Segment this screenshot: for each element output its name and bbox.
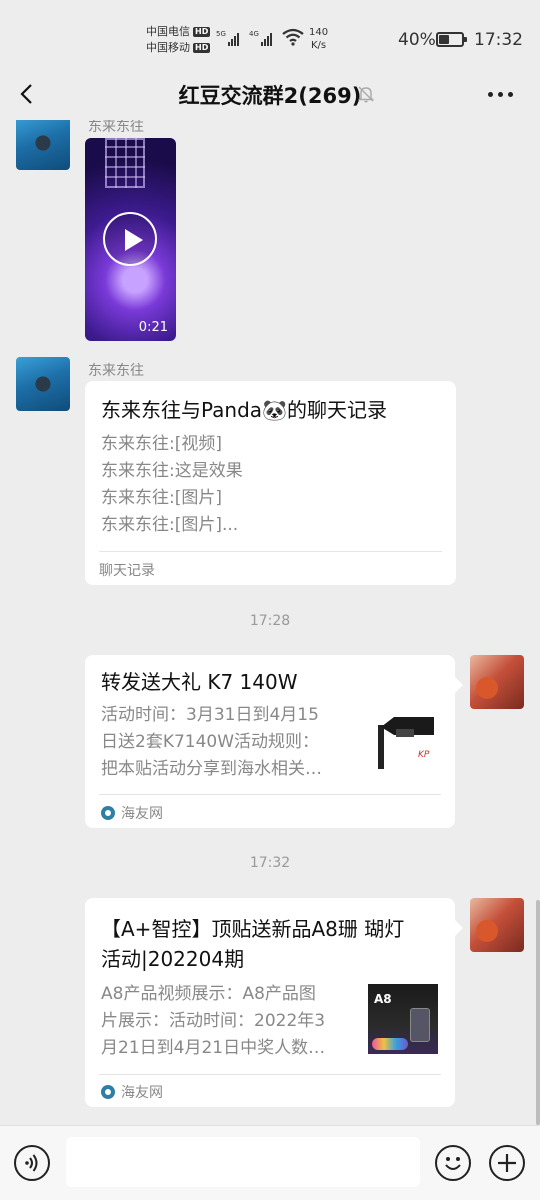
voice-input-button[interactable] bbox=[14, 1145, 50, 1181]
message-input[interactable] bbox=[66, 1137, 420, 1187]
card-source: 海友网 bbox=[101, 803, 163, 823]
product-thumbnail: A8 bbox=[368, 984, 438, 1054]
chat-header: 红豆交流群2(269) bbox=[0, 70, 540, 120]
thumbnail-label: A8 bbox=[374, 992, 392, 1006]
desc-line: 片展示：活动时间：2022年3 bbox=[101, 1011, 326, 1031]
sender-name: 东来东往 bbox=[88, 363, 144, 379]
bell-muted-icon bbox=[357, 86, 375, 103]
svg-text:KP: KP bbox=[418, 750, 430, 760]
carrier-info: 中国电信 HD 中国移动 HD bbox=[146, 24, 211, 56]
status-bar: 中国电信 HD 中国移动 HD 5G 4G 140 K/s 40% 17:32 bbox=[0, 0, 540, 70]
bubble-tail bbox=[455, 920, 463, 936]
carrier-1: 中国电信 bbox=[146, 25, 190, 38]
coral-graphic bbox=[372, 1038, 408, 1050]
divider bbox=[99, 551, 442, 552]
voice-icon bbox=[25, 1154, 38, 1172]
desc-line: 把本贴活动分享到海水相关… bbox=[101, 759, 322, 779]
card-description: 活动时间：3月31日到4月15 日送2套K7140W活动规则： 把本贴活动分享到… bbox=[101, 702, 322, 783]
input-bar bbox=[0, 1125, 540, 1200]
avatar[interactable] bbox=[470, 655, 524, 709]
plus-icon bbox=[498, 1154, 516, 1172]
desc-line: 月21日到4月21日中奖人数… bbox=[101, 1038, 326, 1058]
wifi-icon bbox=[282, 28, 304, 46]
net-speed-unit: K/s bbox=[310, 40, 327, 51]
hd-badge: HD bbox=[193, 43, 211, 53]
desc-line: 活动时间：3月31日到4月15 bbox=[101, 705, 319, 725]
divider bbox=[99, 1074, 441, 1075]
title-line: 活动|202204期 bbox=[101, 947, 245, 971]
smiley-icon bbox=[445, 1157, 461, 1170]
play-icon[interactable] bbox=[103, 212, 157, 266]
card-source: 海友网 bbox=[101, 1082, 163, 1102]
battery-icon bbox=[436, 32, 467, 47]
message-list[interactable]: 东来东往 0:21 东来东往 东来东往与Panda🐼的聊天记录 东来东往:[视频… bbox=[0, 120, 540, 1125]
record-line: 东来东往:[图片]... bbox=[101, 515, 239, 535]
record-line: 东来东往:这是效果 bbox=[101, 461, 243, 481]
phone-graphic bbox=[410, 1008, 430, 1042]
card-description: A8产品视频展示：A8产品图 片展示：活动时间：2022年3 月21日到4月21… bbox=[101, 981, 325, 1062]
desc-line: 日送2套K7140W活动规则： bbox=[101, 732, 320, 752]
record-preview: 东来东往:[视频] 东来东往:这是效果 东来东往:[图片] 东来东往:[图片].… bbox=[101, 431, 243, 539]
title-line: 【A+智控】顶贴送新品A8珊 瑚灯 bbox=[101, 917, 405, 941]
battery-percent: 40% bbox=[398, 30, 436, 50]
source-logo-icon bbox=[101, 806, 115, 820]
signal-5g-label: 5G bbox=[216, 30, 226, 38]
net-speed: 140 K/s bbox=[309, 26, 328, 52]
record-line: 东来东往:[图片] bbox=[101, 488, 222, 508]
divider bbox=[99, 794, 441, 795]
bubble-tail bbox=[455, 677, 463, 693]
video-thumbnail bbox=[105, 138, 145, 188]
record-line: 东来东往:[视频] bbox=[101, 434, 222, 454]
net-speed-value: 140 bbox=[309, 27, 329, 38]
avatar[interactable] bbox=[16, 120, 70, 170]
carrier-2: 中国移动 bbox=[146, 41, 190, 54]
video-message[interactable]: 0:21 bbox=[85, 138, 176, 341]
scrollbar[interactable] bbox=[536, 900, 540, 1125]
signal-4g-label: 4G bbox=[249, 30, 259, 38]
timestamp: 17:28 bbox=[249, 613, 291, 629]
signal-4g-icon: 4G bbox=[249, 30, 272, 46]
card-title: 【A+智控】顶贴送新品A8珊 瑚灯 活动|202204期 bbox=[101, 914, 404, 974]
avatar[interactable] bbox=[16, 357, 70, 411]
sender-name: 东来东往 bbox=[88, 120, 144, 135]
video-duration: 0:21 bbox=[138, 320, 168, 335]
more-options-icon[interactable] bbox=[488, 92, 513, 97]
clock: 17:32 bbox=[474, 30, 523, 50]
source-name: 海友网 bbox=[121, 1085, 163, 1101]
avatar[interactable] bbox=[470, 898, 524, 952]
link-card[interactable]: 转发送大礼 K7 140W 活动时间：3月31日到4月15 日送2套K7140W… bbox=[85, 655, 455, 828]
link-card[interactable]: 【A+智控】顶贴送新品A8珊 瑚灯 活动|202204期 A8产品视频展示：A8… bbox=[85, 898, 455, 1107]
product-thumbnail: KP bbox=[374, 705, 444, 775]
source-logo-icon bbox=[101, 1085, 115, 1099]
chat-title[interactable]: 红豆交流群2(269) bbox=[0, 80, 540, 110]
hd-badge: HD bbox=[193, 27, 211, 37]
card-footer: 聊天记录 bbox=[99, 563, 155, 579]
desc-line: A8产品视频展示：A8产品图 bbox=[101, 984, 316, 1004]
card-title: 转发送大礼 K7 140W bbox=[101, 670, 298, 694]
chat-record-card[interactable]: 东来东往与Panda🐼的聊天记录 东来东往:[视频] 东来东往:这是效果 东来东… bbox=[85, 381, 456, 585]
emoji-button[interactable] bbox=[435, 1145, 471, 1181]
source-name: 海友网 bbox=[121, 806, 163, 822]
card-title: 东来东往与Panda🐼的聊天记录 bbox=[101, 398, 387, 422]
timestamp: 17:32 bbox=[249, 855, 291, 871]
more-functions-button[interactable] bbox=[489, 1145, 525, 1181]
signal-5g-icon: 5G bbox=[216, 30, 239, 46]
